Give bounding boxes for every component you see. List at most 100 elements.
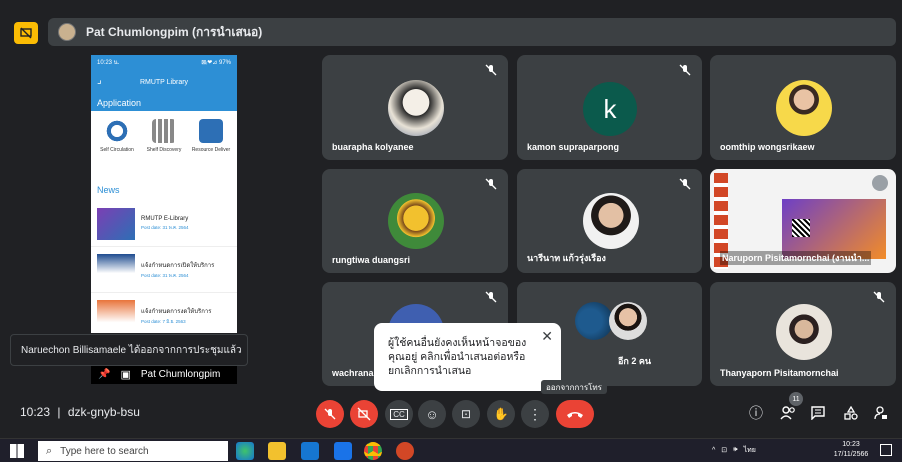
language-indicator[interactable]: ไทย — [744, 445, 756, 456]
participant-tile[interactable]: นารีนาท แก้วรุ่งเรือง — [517, 169, 702, 273]
powerpoint-icon[interactable] — [396, 442, 414, 460]
present-button[interactable]: ⊡ — [452, 400, 480, 428]
participant-tile[interactable]: Thanyaporn Pisitamornchai — [710, 282, 896, 386]
pinned-presenter-bar[interactable]: 📌 ▣ Pat Chumlongpim — [91, 364, 237, 384]
presenting-popover[interactable]: ✕ ผู้ใช้คนอื่นยังคงเห็นหน้าจอของคุณอยู่ … — [374, 323, 561, 391]
participant-tile[interactable]: buarapha kolyanee — [322, 55, 508, 160]
news-item: แจ้งกำหนดการงดให้บริการ Post date: 7 มิ.ย… — [91, 293, 237, 333]
windows-start-icon[interactable] — [10, 444, 24, 458]
news-title: แจ้งกำหนดการเปิดให้บริการ — [141, 263, 215, 269]
more-options-button[interactable]: ⋮ — [521, 400, 549, 428]
participant-name: oomthip wongsrikaew — [720, 142, 815, 152]
leave-call-button[interactable] — [556, 400, 594, 428]
news-item: แจ้งกำหนดการเปิดให้บริการ Post date: 31 พ… — [91, 247, 237, 293]
mic-off-icon — [485, 291, 497, 303]
host-controls-button[interactable] — [871, 403, 891, 423]
present-screen-icon: ▣ — [120, 368, 131, 381]
present-screen-icon: ⊡ — [460, 407, 472, 421]
application-label: Application — [91, 95, 237, 111]
activities-icon — [844, 406, 858, 420]
participant-tile[interactable]: rungtiwa duangsri — [322, 169, 508, 273]
news-title: แจ้งกำหนดการงดให้บริการ — [141, 309, 212, 315]
participant-name: อีก 2 คน — [618, 356, 652, 366]
participant-name: Naruporn Pisitamornchai (งานนำ... — [720, 251, 872, 265]
participant-name: buarapha kolyanee — [332, 142, 414, 152]
network-icon[interactable]: ⊡ — [721, 446, 727, 454]
reactions-button[interactable]: ☺ — [418, 400, 446, 428]
participant-tile[interactable]: k kamon supraparpong — [517, 55, 702, 160]
store-icon[interactable] — [301, 442, 319, 460]
meeting-time: 10:23 — [20, 405, 51, 419]
volume-icon[interactable]: 🕪 — [733, 446, 737, 454]
presenter-bar[interactable]: Pat Chumlongpim (การนำเสนอ) — [48, 18, 896, 46]
app-self-circulation: Self Circulation — [94, 119, 140, 171]
news-date: Post date: 31 พ.ค. 2564 — [141, 225, 189, 230]
close-icon[interactable]: ✕ — [541, 329, 553, 343]
taskbar-clock[interactable]: 10:23 17/11/2566 — [826, 440, 876, 460]
app-resource-delivery: Resource Deliver — [188, 119, 234, 171]
phone-app-header: ⌟ RMUTP Library — [91, 69, 237, 95]
presenter-avatar — [58, 23, 76, 41]
news-thumbnail — [97, 253, 135, 286]
file-explorer-icon[interactable] — [268, 442, 286, 460]
participant-name: kamon supraparpong — [527, 142, 620, 152]
chat-icon — [811, 406, 825, 420]
mic-off-icon — [679, 178, 691, 190]
search-icon: ⌕ — [46, 444, 53, 457]
app-shelf-discovery: Shelf Discovery — [141, 119, 187, 171]
participant-avatar — [609, 302, 647, 340]
lock-person-icon — [874, 406, 887, 420]
mic-off-icon — [485, 64, 497, 76]
clock-time: 10:23 — [842, 441, 860, 448]
clock-date: 17/11/2566 — [833, 451, 869, 458]
more-vert-icon: ⋮ — [528, 405, 542, 422]
search-placeholder: Type here to search — [60, 445, 149, 457]
news-thumbnail — [97, 299, 135, 332]
hand-icon: ✋ — [493, 407, 509, 421]
slide-qr — [792, 219, 810, 237]
participant-presenting-tile[interactable]: Naruporn Pisitamornchai (งานนำ... — [710, 169, 896, 273]
participant-name: นารีนาท แก้วรุ่งเรือง — [527, 253, 606, 263]
phone-app-title: RMUTP Library — [139, 78, 189, 86]
hang-up-icon — [567, 412, 583, 418]
chevron-up-icon[interactable]: ^ — [712, 447, 715, 454]
notifications-icon[interactable] — [880, 444, 892, 456]
pin-icon[interactable]: 📌 — [98, 369, 110, 380]
participant-avatar — [583, 193, 639, 249]
people-button[interactable] — [778, 403, 798, 423]
participant-name: rungtiwa duangsri — [332, 255, 411, 265]
news-title: RMUTP E-Library — [141, 216, 189, 222]
chat-button[interactable] — [808, 403, 828, 423]
taskbar-search-input[interactable]: ⌕ Type here to search — [38, 441, 228, 461]
meeting-details-button[interactable]: ⓘ — [746, 403, 766, 423]
captions-button[interactable]: CC — [385, 400, 413, 428]
captions-icon: CC — [390, 408, 408, 420]
participant-avatar — [776, 304, 832, 360]
participant-tile[interactable]: oomthip wongsrikaew — [710, 55, 896, 160]
resource-delivery-icon — [199, 119, 223, 143]
phone-status-right: ⊠ᵢ❤⊿ 97% — [201, 59, 231, 66]
mic-off-icon — [679, 64, 691, 76]
back-icon: ⌟ — [97, 75, 102, 86]
news-heading: News — [97, 185, 120, 195]
presentation-icon[interactable] — [14, 22, 38, 44]
letter-avatar: k — [583, 82, 637, 136]
app-label: Self Circulation — [100, 147, 134, 153]
participant-name: Thanyaporn Pisitamornchai — [720, 368, 839, 378]
activities-button[interactable] — [841, 403, 861, 423]
presenter-label: Pat Chumlongpim (การนำเสนอ) — [86, 24, 263, 39]
edge-icon[interactable] — [236, 442, 254, 460]
slide-control-icon[interactable] — [872, 175, 888, 191]
phone-app-icons: Self Circulation Shelf Discovery Resourc… — [91, 111, 237, 171]
news-date: Post date: 7 มิ.ย. 2563 — [141, 319, 186, 324]
camera-toggle-button[interactable] — [350, 400, 378, 428]
mail-icon[interactable] — [334, 442, 352, 460]
mic-toggle-button[interactable] — [316, 400, 344, 428]
raise-hand-button[interactable]: ✋ — [487, 400, 515, 428]
emoji-icon: ☺ — [425, 406, 439, 422]
participant-avatar — [388, 80, 444, 136]
phone-status-bar: 10:23 น. ⊠ᵢ❤⊿ 97% — [91, 55, 237, 69]
chrome-icon[interactable] — [364, 442, 382, 460]
system-tray[interactable]: ^ ⊡ 🕪 ไทย — [712, 441, 756, 459]
meeting-separator: | — [57, 405, 61, 419]
